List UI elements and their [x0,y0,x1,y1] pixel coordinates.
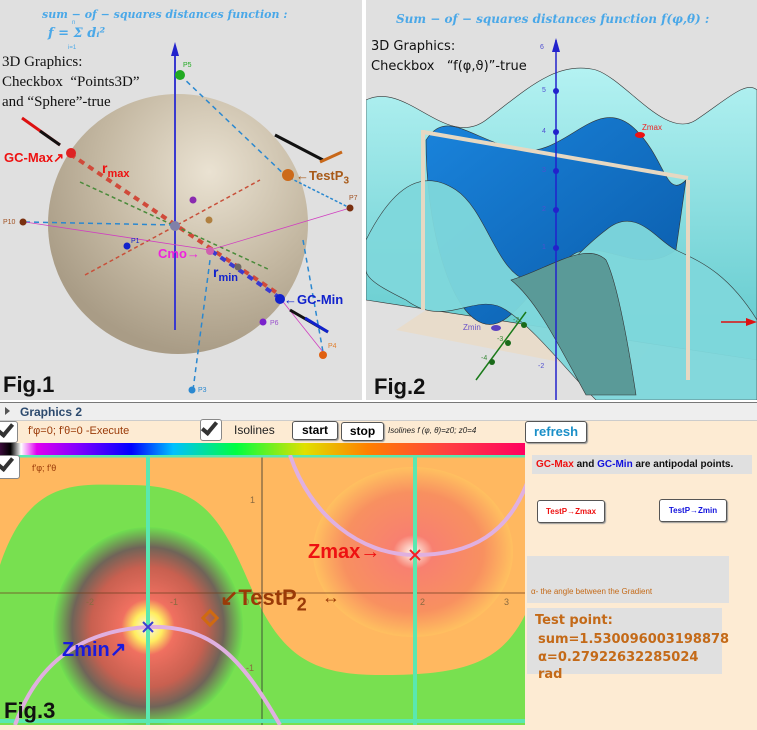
testp3-label: ←TestP3 [296,168,349,187]
isolines-checkbox-label: Isolines [234,423,275,437]
figure-1-panel: sum − of − squares distances function : … [0,0,362,400]
p5-point[interactable] [175,70,185,80]
contour-plot-fig3[interactable]: -2 -1 0 2 3 1 -1 Zmax→ Zmin↗ ↙TestP2 ↔ f… [0,455,525,725]
y-tick-point [505,340,511,346]
testp-to-zmin-button[interactable]: TestP→Zmin [659,499,727,522]
checkmark-icon [0,455,15,473]
y-tick-point [489,359,495,365]
alpha-desc-line-1: α- the angle between the Gradient [531,587,653,596]
fig1-label: Fig.1 [3,372,55,397]
p3-point[interactable] [188,386,196,394]
p8-point[interactable] [189,196,197,204]
p7-label: P7 [349,195,358,202]
p4-label: P4 [328,343,337,350]
graphics2-header[interactable]: Graphics 2 [0,402,757,421]
fig2-3d-surface[interactable] [366,0,757,400]
checkmark-icon [200,417,219,437]
z-tick-point [553,129,559,135]
testp-to-zmax-button[interactable]: TestP→Zmax [537,500,605,523]
isolines-checkbox[interactable] [200,417,222,441]
testp3-point[interactable] [282,169,294,181]
gc-max-point[interactable] [66,148,76,158]
isolines-caption: Isolines f (φ, θ)=z0; z0=4 [388,426,477,435]
derivatives-checkbox-label: f'φ; f'θ [32,463,57,473]
color-scale-bar [0,443,525,455]
derivatives-checkbox[interactable] [0,455,20,479]
gc-max-label: GC-Max↗ [4,150,65,165]
fig1-3d-scene[interactable] [0,0,362,400]
z-tick-point [553,207,559,213]
stop-button[interactable]: stop [341,422,384,441]
z-axis-arrow-icon [552,38,560,52]
p7-point[interactable] [346,204,354,212]
origin-point [170,221,180,231]
zmin-label: Zmin↗ [62,639,127,661]
x-tick-neg1: -1 [170,597,179,607]
y-tick-neg2: -2 [513,317,520,324]
alpha-description-box: α- the angle between the Gradient of sum… [527,556,729,674]
double-arrow-icon: ↔ [322,587,340,607]
z-tick-5: 5 [542,87,546,94]
zmax-label: Zmax→ [308,541,381,563]
gc-min-blue-arrow [304,316,329,334]
p10-point[interactable] [19,218,27,226]
x-tick-2: 2 [420,597,426,607]
cmo-label: Cmo→ [158,246,200,261]
p2-point[interactable] [205,216,213,224]
p4-point[interactable] [319,351,327,359]
p6-point[interactable] [259,318,267,326]
z-tick-2: 2 [542,206,546,213]
z-tick-1: 1 [542,244,546,251]
r-max-label: rmax [102,160,130,180]
checkmark-icon [0,419,15,439]
refresh-button[interactable]: refresh [525,421,587,443]
zmin-point[interactable] [491,325,501,331]
gc-min-label: ←GC-Min [284,292,344,307]
p10-label: P10 [3,219,16,226]
z-tick-neg2: -2 [538,363,545,370]
x-tick-neg2: -2 [86,597,95,607]
p1-point[interactable] [123,242,131,250]
graphics2-title: Graphics 2 [20,405,83,419]
z-axis-arrow-icon [171,42,179,56]
p1-label: P1 [131,238,140,245]
fig3-label: Fig.3 [4,698,56,723]
expand-triangle-icon[interactable] [5,407,10,415]
x-tick-3: 3 [504,597,510,607]
cmo-point [206,247,214,255]
graphics2-view: f'φ=0; f'θ=0 -Execute Isolines start sto… [0,417,757,730]
test-point-sum: sum=1.530096003198878 [538,632,730,647]
testp2-label: ↙TestP2 [220,585,307,615]
p6-label: P6 [270,320,279,327]
p3-label: P3 [198,387,207,394]
fig2-label: Fig.2 [374,374,426,399]
testp-orange-arrow [319,150,343,164]
z-tick-6: 6 [540,44,544,51]
z-tick-3: 3 [542,167,546,174]
y-tick-neg1: -1 [246,663,255,673]
z-tick-point [553,168,559,174]
execute-checkbox-label: f'φ=0; f'θ=0 -Execute [28,425,130,437]
test-point-box: Test point: sum=1.530096003198878 α=0.27… [527,608,730,682]
z-tick-4: 4 [542,128,546,135]
y-tick-neg4: -4 [481,355,488,362]
antipodal-note: GC-Max and GC-Min are antipodal points. [532,455,752,474]
test-point-heading: Test point: [535,613,613,628]
y-tick-point [521,322,527,328]
y-tick-neg3: -3 [497,336,504,343]
execute-checkbox[interactable] [0,419,18,443]
y-tick-1: 1 [250,495,256,505]
test-point-alpha: α=0.27922632285024 rad [538,650,699,682]
figure-2-panel: Sum − of − squares distances function f(… [366,0,757,400]
p5-label: P5 [183,62,192,69]
zmax-label: Zmax [642,123,662,132]
zmin-label: Zmin [463,323,481,332]
z-tick-point [553,88,559,94]
r-min-label: rmin [213,264,239,284]
zmax-point[interactable] [635,132,645,138]
start-button[interactable]: start [292,421,338,440]
gc-max-black-arrow [39,129,61,147]
z-tick-point [553,245,559,251]
